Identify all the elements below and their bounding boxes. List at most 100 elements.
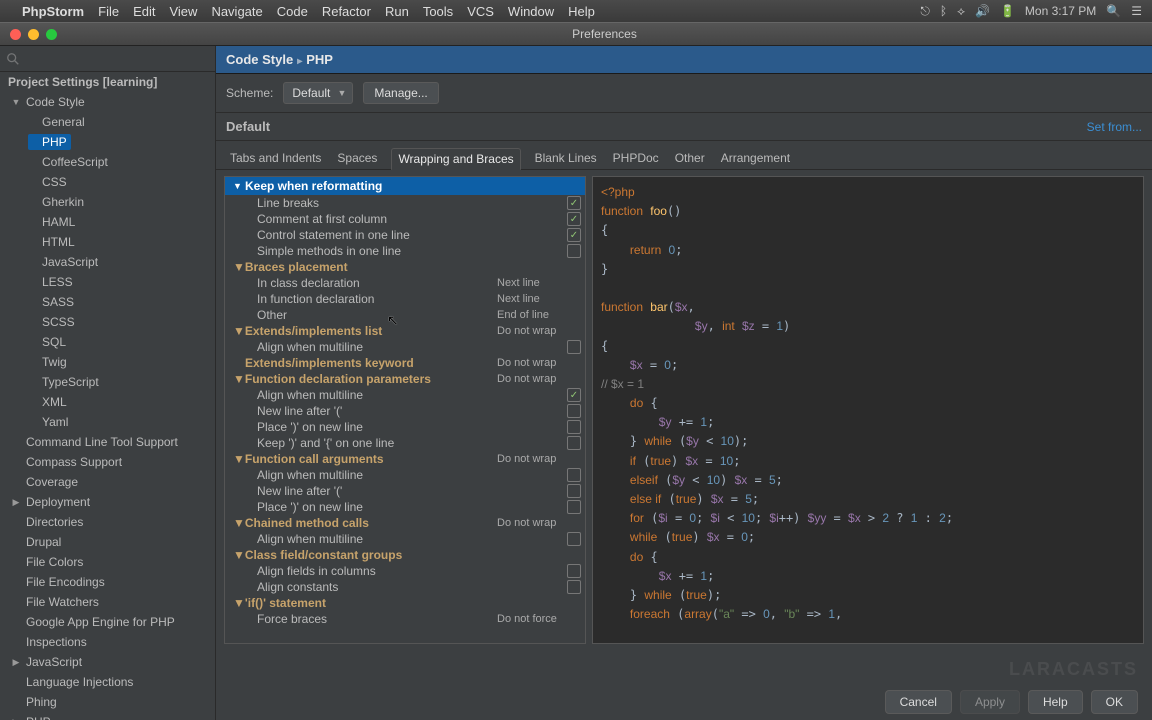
opt-place-p-newline[interactable]: Place ')' on new line: [225, 419, 585, 435]
set-from-link[interactable]: Set from...: [1087, 120, 1142, 134]
options-panel[interactable]: ▼Keep when reformatting Line breaks Comm…: [224, 176, 586, 644]
opt-force-braces[interactable]: Force bracesDo not force: [225, 611, 585, 627]
settings-search[interactable]: [0, 46, 215, 72]
tree-php[interactable]: ▶PHP: [0, 712, 215, 720]
menubar-vol-icon[interactable]: 🔊: [975, 4, 990, 18]
tree-lang-typescript[interactable]: TypeScript: [0, 372, 215, 392]
tree-javascript[interactable]: ▶JavaScript: [0, 652, 215, 672]
menu-refactor[interactable]: Refactor: [322, 4, 371, 19]
opt-simple-methods-one-line[interactable]: Simple methods in one line: [225, 243, 585, 259]
opt-align-constants[interactable]: Align constants: [225, 579, 585, 595]
tree-lang-scss[interactable]: SCSS: [0, 312, 215, 332]
tree-lang-yaml[interactable]: Yaml: [0, 412, 215, 432]
checkbox[interactable]: [567, 212, 581, 226]
tree-inspections[interactable]: Inspections: [0, 632, 215, 652]
menubar-clock[interactable]: Mon 3:17 PM: [1025, 4, 1096, 18]
tree-drupal[interactable]: Drupal: [0, 532, 215, 552]
opt-align-fields[interactable]: Align fields in columns: [225, 563, 585, 579]
checkbox[interactable]: [567, 500, 581, 514]
checkbox[interactable]: [567, 244, 581, 258]
tab-blank-lines[interactable]: Blank Lines: [533, 147, 599, 169]
tree-coverage[interactable]: Coverage: [0, 472, 215, 492]
menubar-battery-icon[interactable]: 🔋: [1000, 4, 1015, 18]
checkbox[interactable]: [567, 404, 581, 418]
opt-align-multiline-2[interactable]: Align when multiline: [225, 387, 585, 403]
manage-button[interactable]: Manage...: [363, 82, 438, 104]
tab-other[interactable]: Other: [673, 147, 707, 169]
tree-file-watchers[interactable]: File Watchers: [0, 592, 215, 612]
tree-lang-php[interactable]: PHP: [0, 132, 215, 152]
tree-lang-twig[interactable]: Twig: [0, 352, 215, 372]
menu-vcs[interactable]: VCS: [467, 4, 494, 19]
menubar-wifi-icon[interactable]: ⟡: [957, 4, 965, 19]
menu-file[interactable]: File: [98, 4, 119, 19]
tree-lang-sass[interactable]: SASS: [0, 292, 215, 312]
apply-button[interactable]: Apply: [960, 690, 1020, 714]
group-chained-calls[interactable]: ▼Chained method callsDo not wrap: [225, 515, 585, 531]
opt-comment-first-col[interactable]: Comment at first column: [225, 211, 585, 227]
tree-lang-general[interactable]: General: [0, 112, 215, 132]
menubar-bt-icon[interactable]: ᛒ: [940, 4, 947, 18]
help-button[interactable]: Help: [1028, 690, 1083, 714]
tree-lang-gherkin[interactable]: Gherkin: [0, 192, 215, 212]
tab-arrangement[interactable]: Arrangement: [719, 147, 792, 169]
opt-place-p-newline-2[interactable]: Place ')' on new line: [225, 499, 585, 515]
tree-file-encodings[interactable]: File Encodings: [0, 572, 215, 592]
menu-edit[interactable]: Edit: [133, 4, 155, 19]
group-func-call-args[interactable]: ▼Function call argumentsDo not wrap: [225, 451, 585, 467]
close-button[interactable]: [10, 29, 21, 40]
tree-directories[interactable]: Directories: [0, 512, 215, 532]
group-extends-keyword[interactable]: Extends/implements keywordDo not wrap: [225, 355, 585, 371]
opt-align-multiline-4[interactable]: Align when multiline: [225, 531, 585, 547]
opt-in-func-decl[interactable]: In function declarationNext line: [225, 291, 585, 307]
checkbox[interactable]: [567, 564, 581, 578]
tree-lang-haml[interactable]: HAML: [0, 212, 215, 232]
checkbox[interactable]: [567, 196, 581, 210]
tab-wrapping-and-braces[interactable]: Wrapping and Braces: [391, 148, 520, 170]
checkbox[interactable]: [567, 580, 581, 594]
menu-window[interactable]: Window: [508, 4, 554, 19]
tree-google-app-engine-for-php[interactable]: Google App Engine for PHP: [0, 612, 215, 632]
group-class-field-groups[interactable]: ▼Class field/constant groups: [225, 547, 585, 563]
group-extends-list[interactable]: ▼Extends/implements listDo not wrap: [225, 323, 585, 339]
checkbox[interactable]: [567, 340, 581, 354]
opt-line-breaks[interactable]: Line breaks: [225, 195, 585, 211]
tree-lang-xml[interactable]: XML: [0, 392, 215, 412]
checkbox[interactable]: [567, 436, 581, 450]
menu-code[interactable]: Code: [277, 4, 308, 19]
zoom-button[interactable]: [46, 29, 57, 40]
tab-spaces[interactable]: Spaces: [335, 147, 379, 169]
tree-code-style[interactable]: ▼Code Style: [0, 92, 215, 112]
menu-run[interactable]: Run: [385, 4, 409, 19]
menubar-hamburger-icon[interactable]: ☰: [1131, 4, 1142, 18]
checkbox[interactable]: [567, 420, 581, 434]
tree-deployment[interactable]: ▶Deployment: [0, 492, 215, 512]
checkbox[interactable]: [567, 532, 581, 546]
ok-button[interactable]: OK: [1091, 690, 1138, 714]
opt-newline-after-p[interactable]: New line after '(': [225, 403, 585, 419]
opt-align-multiline-1[interactable]: Align when multiline: [225, 339, 585, 355]
spotlight-icon[interactable]: 🔍: [1106, 4, 1121, 18]
group-func-decl-params[interactable]: ▼Function declaration parametersDo not w…: [225, 371, 585, 387]
tree-lang-sql[interactable]: SQL: [0, 332, 215, 352]
tree-lang-css[interactable]: CSS: [0, 172, 215, 192]
opt-other[interactable]: OtherEnd of line: [225, 307, 585, 323]
tree-lang-javascript[interactable]: JavaScript: [0, 252, 215, 272]
menu-tools[interactable]: Tools: [423, 4, 453, 19]
opt-keep-pp-one-line[interactable]: Keep ')' and '{' on one line: [225, 435, 585, 451]
checkbox[interactable]: [567, 468, 581, 482]
menu-view[interactable]: View: [169, 4, 197, 19]
opt-newline-after-p-2[interactable]: New line after '(': [225, 483, 585, 499]
checkbox[interactable]: [567, 484, 581, 498]
tree-language-injections[interactable]: Language Injections: [0, 672, 215, 692]
menu-help[interactable]: Help: [568, 4, 595, 19]
group-if-statement[interactable]: ▼'if()' statement: [225, 595, 585, 611]
app-name[interactable]: PhpStorm: [22, 4, 84, 19]
tree-command-line-tool-support[interactable]: Command Line Tool Support: [0, 432, 215, 452]
checkbox[interactable]: [567, 228, 581, 242]
tree-lang-less[interactable]: LESS: [0, 272, 215, 292]
checkbox[interactable]: [567, 388, 581, 402]
menu-navigate[interactable]: Navigate: [211, 4, 262, 19]
minimize-button[interactable]: [28, 29, 39, 40]
menubar-status-icon[interactable]: ⎋: [920, 4, 930, 19]
